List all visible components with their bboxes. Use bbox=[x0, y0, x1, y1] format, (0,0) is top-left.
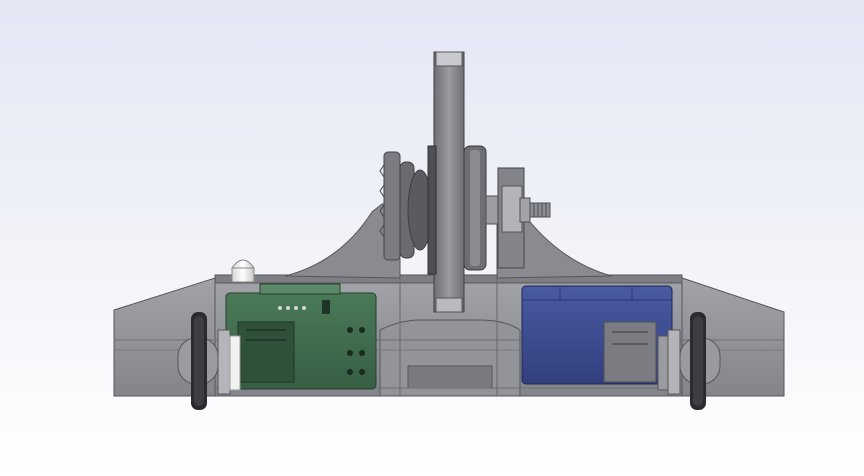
left-gear bbox=[383, 151, 401, 261]
pcb-hole bbox=[359, 350, 365, 356]
robot-model-render bbox=[113, 51, 785, 410]
battery-pack bbox=[521, 285, 673, 385]
pcb-hole bbox=[347, 369, 353, 375]
pcb-hole bbox=[347, 327, 353, 333]
pcb-header bbox=[259, 283, 341, 295]
disc-tooth-top bbox=[435, 51, 463, 67]
disc-tooth-bottom bbox=[435, 297, 463, 313]
nut bbox=[519, 197, 531, 223]
pcb-hole bbox=[347, 350, 353, 356]
cad-viewport[interactable] bbox=[0, 0, 864, 476]
pcb-hole bbox=[359, 327, 365, 333]
pcb-board bbox=[225, 283, 377, 390]
center-slot bbox=[407, 365, 493, 389]
pcb-hole bbox=[359, 369, 365, 375]
bolt bbox=[529, 202, 551, 218]
led bbox=[231, 259, 255, 283]
weapon-disc bbox=[433, 51, 465, 313]
